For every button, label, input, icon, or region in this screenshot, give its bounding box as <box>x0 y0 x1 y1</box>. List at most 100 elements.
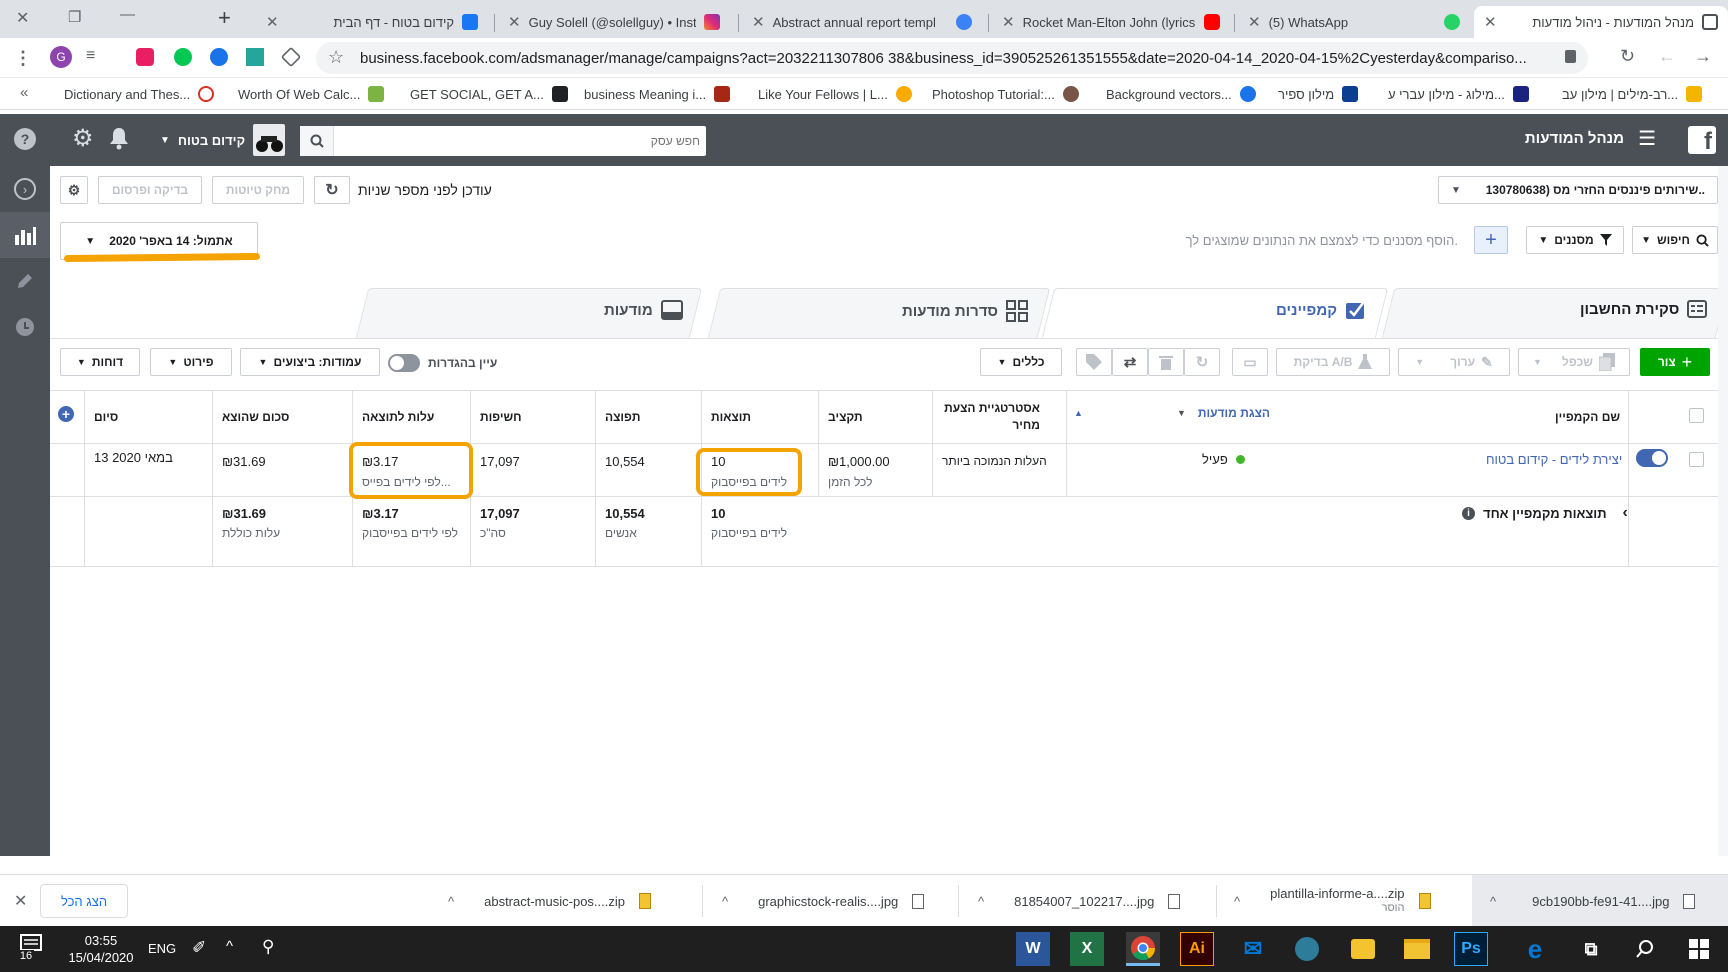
tab-close-icon[interactable]: ✕ <box>266 13 279 31</box>
new-tab-button[interactable]: + <box>218 5 231 31</box>
window-restore-button[interactable]: ❐ <box>68 8 81 26</box>
column-header-ends[interactable]: סיום <box>94 410 118 424</box>
tab-whatsapp[interactable]: ✕ (5) WhatsApp <box>1238 6 1470 38</box>
extension-green-icon[interactable] <box>174 48 192 66</box>
column-header-name[interactable]: שם הקמפיין <box>1450 410 1620 424</box>
column-header-results[interactable]: תוצאות <box>711 410 751 424</box>
reports-button[interactable]: ▼ דוחות <box>60 348 140 376</box>
column-header-impressions[interactable]: חשיפות <box>480 410 522 424</box>
column-header-delivery[interactable]: הצגת מודעות <box>1198 406 1270 420</box>
reload-icon[interactable]: ↻ <box>1620 46 1635 67</box>
expand-nav-button[interactable]: › <box>0 166 50 212</box>
chevron-up-icon[interactable]: ^ <box>448 894 454 909</box>
facebook-logo-icon[interactable]: f <box>1688 126 1716 154</box>
bookmark-item[interactable]: מילון ספיר <box>1278 86 1359 102</box>
photoshop-app-icon[interactable]: Ps <box>1454 932 1488 966</box>
extension-teal-icon[interactable] <box>246 48 264 66</box>
close-downloads-icon[interactable]: ✕ <box>14 891 27 911</box>
bookmark-item[interactable]: business Meaning i... <box>584 86 731 102</box>
refresh-button[interactable]: ↻ <box>314 176 350 204</box>
word-app-icon[interactable]: W <box>1016 932 1050 966</box>
settings-gear-icon[interactable]: ⚙ <box>72 124 94 153</box>
excel-app-icon[interactable]: X <box>1070 932 1104 966</box>
search-taskbar-icon[interactable] <box>1628 932 1662 966</box>
download-item[interactable]: ^ plantilla-informe-a....zip הוסר <box>1234 875 1431 927</box>
bookmark-item[interactable]: מילוג - מילון עברי ע... <box>1388 86 1529 102</box>
download-item[interactable]: ^ graphicstock-realis....jpg <box>722 875 925 927</box>
extension-d-icon[interactable] <box>136 48 154 66</box>
omnibox[interactable]: ☆ business.facebook.com/adsmanager/manag… <box>316 42 1588 74</box>
search-filter-button[interactable]: ▼ חיפוש <box>1632 226 1718 254</box>
duplicate-button[interactable]: ▼ שכפל <box>1518 348 1630 376</box>
back-icon[interactable]: → <box>1694 46 1712 67</box>
tab-close-icon[interactable]: ✕ <box>508 13 521 31</box>
tab-close-icon[interactable]: ✕ <box>1248 13 1261 31</box>
review-publish-button[interactable]: בדיקה ופרסום <box>98 176 202 204</box>
rules-button[interactable]: ▼ כללים <box>980 348 1062 376</box>
settings-button[interactable]: ⚙ <box>60 176 88 204</box>
tab-youtube[interactable]: ✕ Rocket Man-Elton John (lyrics <box>992 6 1230 38</box>
column-header-budget[interactable]: תקציב <box>828 410 863 424</box>
account-switcher[interactable]: ▼ קידום בטוח <box>160 124 286 156</box>
preview-button[interactable]: ⇄ <box>1112 348 1148 376</box>
edit-button[interactable]: ▼ ערוך ✎ <box>1398 348 1510 376</box>
language-indicator[interactable]: ENG <box>148 941 176 956</box>
forward-icon[interactable]: ← <box>1658 46 1676 67</box>
file-explorer-icon[interactable] <box>1400 932 1434 966</box>
windows-start-icon[interactable] <box>1682 932 1716 966</box>
bookmark-item[interactable]: Photoshop Tutorial:... <box>932 86 1079 102</box>
business-search[interactable] <box>300 126 706 156</box>
column-header-bid-strategy[interactable]: אסטרטגיית הצעת מחיר <box>940 400 1040 434</box>
chevron-up-icon[interactable]: ^ <box>978 894 984 909</box>
chevron-left-icon[interactable]: ‹ <box>1623 504 1628 522</box>
edge-app-icon[interactable]: e <box>1518 932 1552 966</box>
column-header-reach[interactable]: תפוצה <box>605 410 640 424</box>
page-scrollbar[interactable] <box>1718 166 1728 856</box>
bookmarks-overflow-icon[interactable]: « <box>20 84 28 101</box>
tab-instagram[interactable]: ✕ Guy Solell (@solellguy) • Insta <box>498 6 730 38</box>
select-all-checkbox[interactable] <box>1689 408 1704 423</box>
bookmark-star-icon[interactable]: ☆ <box>328 47 344 68</box>
hamburger-menu-icon[interactable]: ☰ <box>1638 126 1656 151</box>
store-app-icon[interactable] <box>1290 932 1324 966</box>
chevron-up-icon[interactable]: ^ <box>722 894 728 909</box>
sort-ascending-icon[interactable]: ▲ <box>1074 408 1083 418</box>
restore-button[interactable]: ↻ <box>1184 348 1220 376</box>
tab-account-overview[interactable]: סקירת החשבון <box>1580 300 1708 318</box>
discard-drafts-button[interactable]: מחק טיוטות <box>212 176 304 204</box>
tab-close-icon[interactable]: ✕ <box>1002 13 1015 31</box>
extension-cube-icon[interactable] <box>280 46 302 68</box>
bookmark-item[interactable]: Dictionary and Thes... <box>64 86 215 102</box>
tab-ad-sets[interactable]: סדרות מודעות <box>902 300 1029 322</box>
window-close-button[interactable]: ✕ <box>16 8 29 28</box>
add-column-icon[interactable]: + <box>58 406 74 422</box>
bookmark-item[interactable]: רב-מילים | מילון עב... <box>1562 86 1703 102</box>
tab-campaigns[interactable]: קמפיינים <box>1276 300 1367 320</box>
show-all-button[interactable]: הצג הכל <box>40 884 128 918</box>
column-header-amount-spent[interactable]: סכום שהוצא <box>222 410 289 424</box>
task-view-icon[interactable]: ⧉ <box>1574 932 1608 966</box>
nav-edit[interactable] <box>0 258 50 304</box>
extension-blue-icon[interactable] <box>210 48 228 66</box>
illustrator-app-icon[interactable]: Ai <box>1180 932 1214 966</box>
messaging-app-icon[interactable] <box>1346 932 1380 966</box>
download-item[interactable]: ^ 81854007_102217....jpg <box>978 875 1181 927</box>
chevron-up-icon[interactable]: ^ <box>1234 894 1240 909</box>
columns-button[interactable]: ▼ עמודות: ביצועים <box>240 348 380 376</box>
tab-ads-manager[interactable]: ✕ מנהל המודעות - ניהול מודעות <box>1474 6 1728 38</box>
tab-abstract-report[interactable]: ✕ Abstract annual report templ <box>742 6 982 38</box>
chrome-app-icon[interactable] <box>1126 932 1160 966</box>
bookmark-item[interactable]: Background vectors... <box>1106 86 1256 102</box>
people-icon[interactable]: ⚲ <box>262 937 274 957</box>
nav-reports-chart[interactable] <box>0 212 50 258</box>
more-menu-icon[interactable]: ⋮ <box>14 48 32 69</box>
mail-app-icon[interactable]: ✉ <box>1236 932 1270 966</box>
notifications-bell-icon[interactable] <box>108 126 130 150</box>
chevron-down-icon[interactable]: ▼ <box>1177 408 1186 418</box>
filters-button[interactable]: ▼ מסננים <box>1526 226 1624 254</box>
profile-avatar-icon[interactable]: G <box>50 46 72 68</box>
extension-list-icon[interactable]: ≡ <box>86 47 95 65</box>
tab-close-icon[interactable]: ✕ <box>752 13 765 31</box>
info-icon[interactable]: i <box>1462 506 1475 520</box>
download-item[interactable]: ^ 9cb190bb-fe91-41....jpg <box>1472 875 1728 927</box>
